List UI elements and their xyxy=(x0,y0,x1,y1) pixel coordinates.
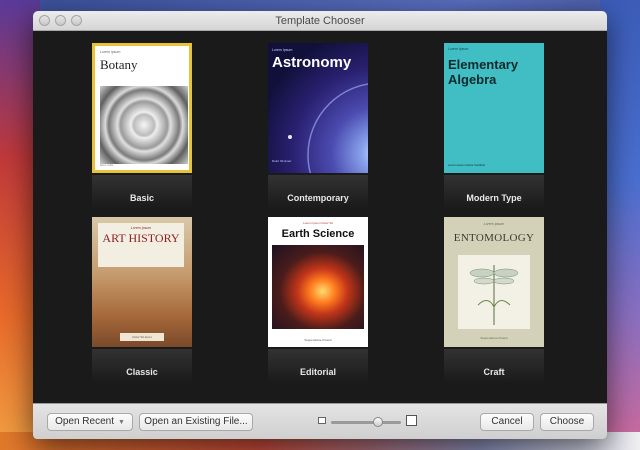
zoom-slider[interactable] xyxy=(318,413,418,431)
template-cover-art-history[interactable]: Lorem Ipsum ART HISTORY Dolor Sit Amet xyxy=(92,217,192,347)
cover-subtitle: Lorem Ipsum xyxy=(130,226,152,230)
template-cover-earth-science[interactable]: Lorem Ipsum Dolor Sit Earth Science Susp… xyxy=(268,217,368,347)
template-label-basic: Basic xyxy=(129,193,155,203)
template-cover-algebra[interactable]: Lorem Ipsum Elementary Algebra Lorem Ips… xyxy=(444,43,544,173)
template-cover-botany[interactable]: Lorem Ipsum Botany Eius nulla xyxy=(92,43,192,173)
cover-footer: Suspendisse Potenti xyxy=(480,336,508,340)
cover-subtitle: Lorem Ipsum Dolor Sit xyxy=(303,221,333,225)
cover-reflection xyxy=(444,175,544,209)
cover-title-panel: Lorem Ipsum ART HISTORY xyxy=(98,223,184,267)
cover-footer: Eius nulla xyxy=(100,163,114,167)
dragonfly-icon xyxy=(469,265,519,325)
cover-title: Earth Science xyxy=(281,228,355,240)
cover-reflection xyxy=(92,175,192,209)
close-window-button[interactable] xyxy=(39,15,50,26)
cover-title: ENTOMOLOGY xyxy=(453,232,535,244)
cover-title: Botany xyxy=(100,57,138,72)
template-grid: Lorem Ipsum Botany Eius nulla Basic Lore… xyxy=(33,31,607,403)
template-chooser-window: Template Chooser Lorem Ipsum Botany Eius… xyxy=(33,11,607,439)
cover-footer: Dolor Sit Amet xyxy=(120,333,164,341)
flower-image xyxy=(100,86,188,164)
cover-subtitle: Lorem Ipsum xyxy=(100,50,121,54)
large-thumbnail-icon xyxy=(406,415,417,426)
cover-footer: Suspendisse Potenti xyxy=(304,338,332,342)
window-title: Template Chooser xyxy=(275,15,365,27)
template-cover-entomology[interactable]: Lorem Ipsum ENTOMOLOGY Suspendisse Poten… xyxy=(444,217,544,347)
window-controls xyxy=(39,15,82,26)
cover-subtitle: Lorem Ipsum xyxy=(448,47,469,51)
bottom-toolbar: Open Recent ▼ Open an Existing File... Ca… xyxy=(33,403,607,439)
cover-reflection xyxy=(92,349,192,383)
open-recent-dropdown[interactable]: Open Recent ▼ xyxy=(47,413,133,431)
cover-footer: Dolor Sit Amet xyxy=(272,159,292,163)
insect-illustration xyxy=(458,255,530,329)
cover-title: ART HISTORY xyxy=(102,231,180,245)
cover-subtitle: Lorem Ipsum xyxy=(483,222,505,226)
zoom-slider-knob[interactable] xyxy=(373,417,383,427)
template-label-classic: Classic xyxy=(126,367,158,377)
template-label-contemporary: Contemporary xyxy=(287,193,349,203)
zoom-window-button[interactable] xyxy=(71,15,82,26)
template-cover-astronomy[interactable]: Lorem Ipsum Astronomy Dolor Sit Amet xyxy=(268,43,368,173)
cover-reflection xyxy=(268,175,368,209)
template-label-modern-type: Modern Type xyxy=(466,193,522,203)
volcano-image xyxy=(272,245,364,329)
cancel-button[interactable]: Cancel xyxy=(480,413,534,431)
cover-title: Elementary Algebra xyxy=(448,57,519,87)
small-thumbnail-icon xyxy=(318,417,326,424)
title-bar: Template Chooser xyxy=(33,11,607,31)
template-label-editorial: Editorial xyxy=(299,367,336,377)
cover-reflection xyxy=(268,349,368,383)
choose-button[interactable]: Choose xyxy=(540,413,594,431)
cover-reflection xyxy=(444,349,544,383)
template-label-craft: Craft xyxy=(483,367,505,377)
open-existing-file-button[interactable]: Open an Existing File... xyxy=(139,413,253,431)
zoom-slider-track[interactable] xyxy=(331,421,401,424)
minimize-window-button[interactable] xyxy=(55,15,66,26)
planet-image xyxy=(288,83,368,173)
chevron-down-icon: ▼ xyxy=(118,419,125,426)
open-recent-label: Open Recent xyxy=(55,416,114,427)
cover-footer: Lorem Ipsum Dolor Facilisis xyxy=(448,163,486,167)
